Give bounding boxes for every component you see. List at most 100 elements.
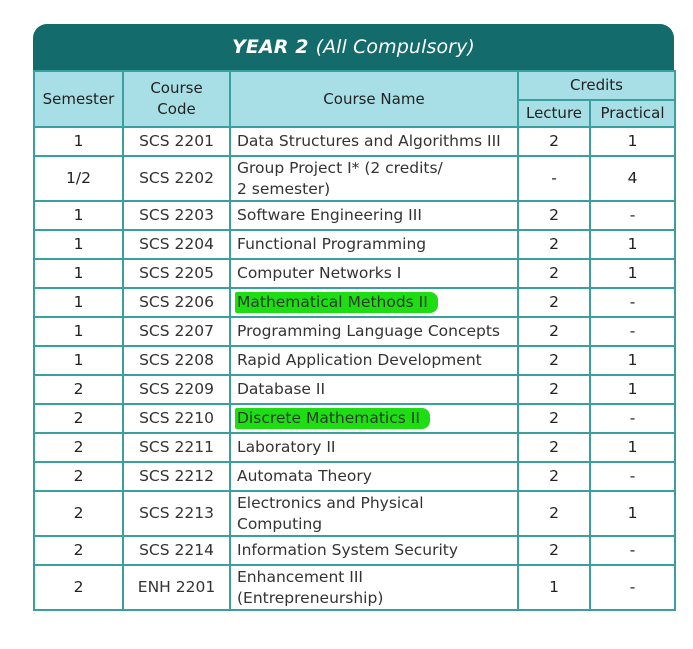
cell-lecture: 2 [517, 535, 591, 566]
cell-course-name: Laboratory II [229, 432, 519, 463]
cell-course-name: Database II [229, 374, 519, 405]
cell-course-code: SCS 2201 [122, 126, 231, 157]
table-row: 2 SCS 2210 Discrete Mathematics II 2- [33, 403, 676, 434]
cell-lecture: 2 [517, 200, 591, 231]
cell-lecture: 1 [517, 564, 591, 611]
cell-course-code: SCS 2208 [122, 345, 231, 376]
cell-course-name: Software Engineering III [229, 200, 519, 231]
cell-lecture: 2 [517, 229, 591, 260]
cell-lecture: 2 [517, 316, 591, 347]
header-practical: Practical [589, 99, 676, 128]
header-course-code-label: Course Code [150, 79, 203, 118]
cell-semester: 1 [33, 200, 124, 231]
cell-lecture: 2 [517, 258, 591, 289]
cell-semester: 2 [33, 564, 124, 611]
table-row: 1 SCS 2203 Software Engineering III 2- [33, 200, 676, 231]
cell-semester: 1 [33, 258, 124, 289]
table-row: 2 SCS 2211 Laboratory II 2 1 [33, 432, 676, 463]
cell-course-code: SCS 2214 [122, 535, 231, 566]
course-name-line: Computing [237, 514, 323, 533]
cell-course-code: SCS 2204 [122, 229, 231, 260]
cell-course-code: SCS 2210 [122, 403, 231, 434]
cell-practical: - [589, 287, 676, 318]
cell-course-name: Electronics and Physical Computing [229, 490, 519, 537]
table-row: 2 SCS 2213 Electronics and Physical Computi… [33, 490, 676, 537]
course-table: Semester Course Code Course Name Credits… [33, 70, 676, 611]
cell-semester: 1/2 [33, 155, 124, 202]
course-table-container: YEAR 2 (All Compulsory) Semester Course … [33, 24, 676, 611]
cell-semester: 2 [33, 490, 124, 537]
cell-course-code: ENH 2201 [122, 564, 231, 611]
table-row: 1 SCS 2204 Functional Programming 2 1 [33, 229, 676, 260]
course-name-line: Electronics and Physical [237, 493, 424, 512]
cell-course-name: Discrete Mathematics II [229, 403, 519, 434]
cell-course-name: Data Structures and Algorithms III [229, 126, 519, 157]
cell-practical: - [589, 200, 676, 231]
cell-practical: 1 [589, 490, 676, 537]
cell-practical: - [589, 316, 676, 347]
cell-course-name: Rapid Application Development [229, 345, 519, 376]
header-course-code: Course Code [122, 70, 231, 128]
cell-course-code: SCS 2202 [122, 155, 231, 202]
table-row: 1 SCS 2201 Data Structures and Algorithms … [33, 126, 676, 157]
cell-practical: - [589, 403, 676, 434]
table-row: 1 SCS 2207 Programming Language Concepts 2- [33, 316, 676, 347]
cell-course-code: SCS 2209 [122, 374, 231, 405]
cell-course-name: Functional Programming [229, 229, 519, 260]
cell-course-code: SCS 2211 [122, 432, 231, 463]
header-semester: Semester [33, 70, 124, 128]
cell-course-code: SCS 2212 [122, 461, 231, 492]
cell-practical: 4 [589, 155, 676, 202]
course-name-line: 2 semester) [237, 179, 331, 198]
cell-course-name: Mathematical Methods II [229, 287, 519, 318]
cell-semester: 2 [33, 535, 124, 566]
cell-course-name: Enhancement III (Entrepreneurship) [229, 564, 519, 611]
banner-title-bold: YEAR 2 [232, 36, 309, 58]
cell-practical: 1 [589, 374, 676, 405]
table-row: 1 SCS 2206 Mathematical Methods II 2- [33, 287, 676, 318]
table-row: 2 SCS 2214 Information System Security 2- [33, 535, 676, 566]
cell-course-name: Group Project I* (2 credits/2 semester) [229, 155, 519, 202]
highlighted-course-name: Discrete Mathematics II [235, 408, 430, 429]
cell-semester: 1 [33, 126, 124, 157]
cell-lecture: 2 [517, 490, 591, 537]
cell-course-name: Automata Theory [229, 461, 519, 492]
cell-lecture: 2 [517, 403, 591, 434]
banner-title-sub: (All Compulsory) [315, 36, 475, 58]
cell-course-code: SCS 2203 [122, 200, 231, 231]
cell-practical: 1 [589, 229, 676, 260]
table-row: 2 ENH 2201 Enhancement III (Entrepreneurshi… [33, 564, 676, 611]
header-lecture: Lecture [517, 99, 591, 128]
cell-lecture: 2 [517, 461, 591, 492]
cell-semester: 2 [33, 403, 124, 434]
header-course-name: Course Name [229, 70, 519, 128]
table-row: 2 SCS 2209 Database II 2 1 [33, 374, 676, 405]
cell-semester: 2 [33, 461, 124, 492]
table-row: 1 SCS 2205 Computer Networks I21 [33, 258, 676, 289]
cell-semester: 1 [33, 316, 124, 347]
cell-lecture: - [517, 155, 591, 202]
cell-semester: 1 [33, 345, 124, 376]
table-row: 1/2 SCS 2202 Group Project I* (2 credits/2… [33, 155, 676, 202]
course-rows: 1 SCS 2201 Data Structures and Algorithms … [33, 126, 676, 611]
cell-course-code: SCS 2205 [122, 258, 231, 289]
course-name-line: (Entrepreneurship) [237, 588, 384, 607]
cell-semester: 1 [33, 229, 124, 260]
header-credits: Credits [517, 70, 676, 101]
course-name-line: Enhancement III [237, 567, 363, 586]
cell-lecture: 2 [517, 345, 591, 376]
highlighted-course-name: Mathematical Methods II [235, 292, 438, 313]
cell-course-code: SCS 2206 [122, 287, 231, 318]
cell-lecture: 2 [517, 374, 591, 405]
cell-course-name: Information System Security [229, 535, 519, 566]
year-banner: YEAR 2 (All Compulsory) [33, 24, 674, 70]
cell-practical: - [589, 564, 676, 611]
course-name-line: Group Project I* (2 credits/ [237, 158, 443, 177]
cell-semester: 2 [33, 432, 124, 463]
cell-practical: - [589, 535, 676, 566]
cell-practical: 1 [589, 126, 676, 157]
cell-course-code: SCS 2207 [122, 316, 231, 347]
cell-lecture: 2 [517, 287, 591, 318]
table-row: 1 SCS 2208 Rapid Application Development 2 1 [33, 345, 676, 376]
cell-lecture: 2 [517, 432, 591, 463]
